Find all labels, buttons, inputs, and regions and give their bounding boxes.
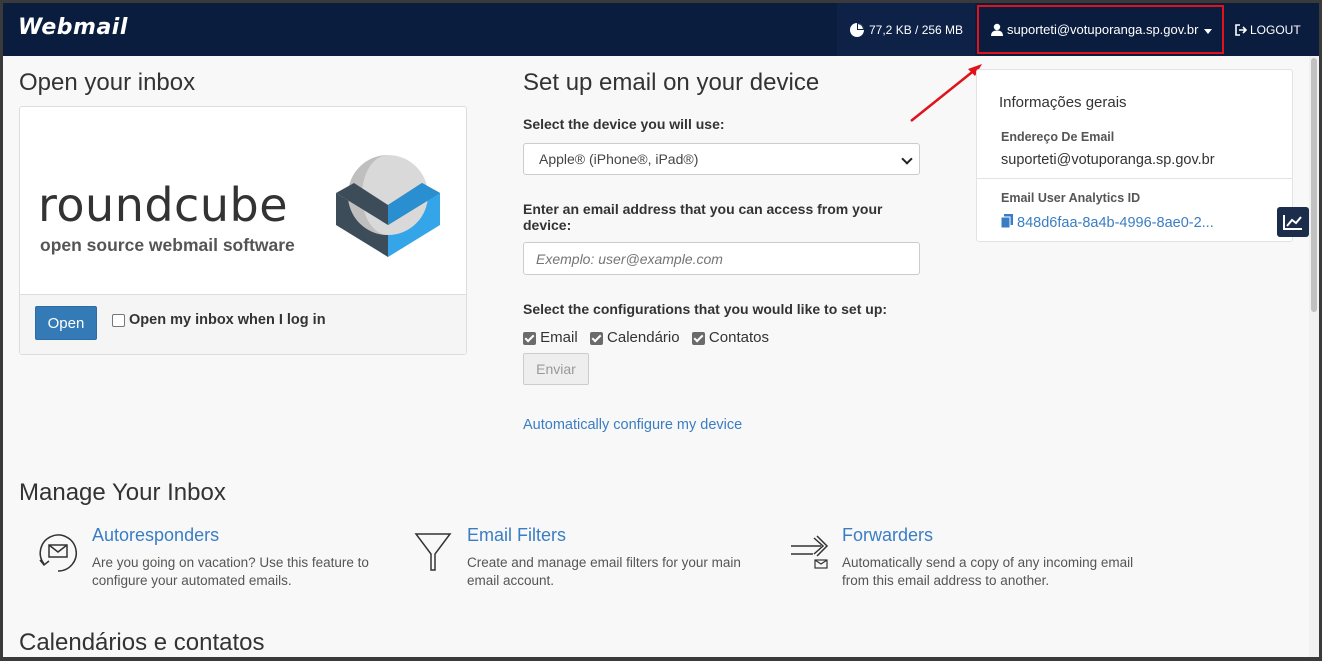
option-calendar-label: Calendário <box>607 329 680 346</box>
forwarder-icon <box>791 535 829 569</box>
logout-label: LOGOUT <box>1250 22 1301 37</box>
general-info-panel: Informações gerais Endereço De Email sup… <box>976 69 1293 242</box>
logout-icon <box>1235 23 1247 36</box>
forwarders-link[interactable]: Forwarders <box>842 525 933 546</box>
device-label: Select the device you will use: <box>523 116 725 132</box>
top-navbar: Webmail 77,2 KB / 256 MB suporteti@votup… <box>3 3 1319 56</box>
quota-text: 77,2 KB / 256 MB <box>869 22 964 37</box>
trend-chart-icon <box>1283 215 1302 230</box>
divider <box>977 178 1292 179</box>
calendar-checkbox[interactable] <box>589 331 603 345</box>
analytics-id-row[interactable]: 848d6faa-8a4b-4996-8ae0-2... <box>1000 214 1214 231</box>
roundcube-cube-icon <box>336 155 440 257</box>
email-filters-link[interactable]: Email Filters <box>467 525 566 546</box>
option-contacts[interactable]: Contatos <box>691 329 769 346</box>
autoresponder-icon <box>39 534 77 572</box>
roundcube-word: roundcube <box>38 178 288 232</box>
email-address-key: Endereço De Email <box>1001 130 1115 144</box>
device-selected-value: Apple® (iPhone®, iPad®) <box>539 151 699 167</box>
vertical-scrollbar[interactable] <box>1309 56 1319 657</box>
option-email-label: Email <box>540 329 578 346</box>
email-label: Enter an email address that you can acce… <box>523 201 883 233</box>
pie-chart-icon <box>850 22 864 37</box>
config-options: Email Calendário Contatos <box>523 329 777 346</box>
auto-configure-link[interactable]: Automatically configure my device <box>523 417 742 433</box>
info-title: Informações gerais <box>999 94 1127 111</box>
email-checkbox[interactable] <box>523 331 536 345</box>
open-on-login-checkbox[interactable] <box>112 314 125 327</box>
forwarders-desc: Automatically send a copy of any incomin… <box>842 555 1134 588</box>
scrollbar-thumb[interactable] <box>1311 58 1317 312</box>
option-calendar[interactable]: Calendário <box>589 329 680 346</box>
filter-icon <box>414 533 452 571</box>
open-on-login-label: Open my inbox when I log in <box>129 312 326 328</box>
setup-title: Set up email on your device <box>523 69 820 96</box>
roundcube-tagline: open source webmail software <box>40 235 295 255</box>
quota-indicator: 77,2 KB / 256 MB <box>837 3 975 56</box>
chevron-down-icon <box>901 153 913 165</box>
logout-button[interactable]: LOGOUT <box>1234 3 1301 56</box>
chevron-down-icon <box>1204 29 1212 34</box>
device-select[interactable]: Apple® (iPhone®, iPad®) <box>523 143 920 175</box>
autoresponders-desc: Are you going on vacation? Use this feat… <box>92 555 369 588</box>
send-button[interactable]: Enviar <box>523 353 589 385</box>
analytics-id-value: 848d6faa-8a4b-4996-8ae0-2... <box>1017 215 1214 231</box>
option-email[interactable]: Email <box>523 329 578 346</box>
copy-icon[interactable] <box>1000 214 1013 229</box>
email-filters-desc: Create and manage email filters for your… <box>467 555 741 588</box>
option-contacts-label: Contatos <box>708 329 769 346</box>
webmail-logo[interactable]: Webmail <box>18 15 128 40</box>
webmail-window: Webmail 77,2 KB / 256 MB suporteti@votup… <box>3 3 1319 657</box>
email-address-value: suporteti@votuporanga.sp.gov.br <box>1001 152 1215 168</box>
config-label: Select the configurations that you would… <box>523 301 888 317</box>
contacts-checkbox[interactable] <box>691 331 705 345</box>
roundcube-card: roundcube open source webmail software O… <box>19 106 467 355</box>
open-button[interactable]: Open <box>35 306 97 340</box>
user-email: suporteti@votuporanga.sp.gov.br <box>1007 22 1199 37</box>
email-field[interactable] <box>523 242 920 275</box>
roundcube-logo: roundcube open source webmail software <box>20 107 466 295</box>
user-menu[interactable]: suporteti@votuporanga.sp.gov.br <box>977 5 1224 54</box>
analytics-toggle-button[interactable] <box>1277 207 1309 237</box>
card-footer: Open Open my inbox when I log in <box>20 294 466 354</box>
autoresponders-link[interactable]: Autoresponders <box>92 525 219 546</box>
inbox-title: Open your inbox <box>19 69 196 96</box>
analytics-key: Email User Analytics ID <box>1001 191 1141 205</box>
user-icon <box>991 23 1003 36</box>
calendars-title: Calendários e contatos <box>19 629 265 656</box>
manage-title: Manage Your Inbox <box>19 479 226 506</box>
